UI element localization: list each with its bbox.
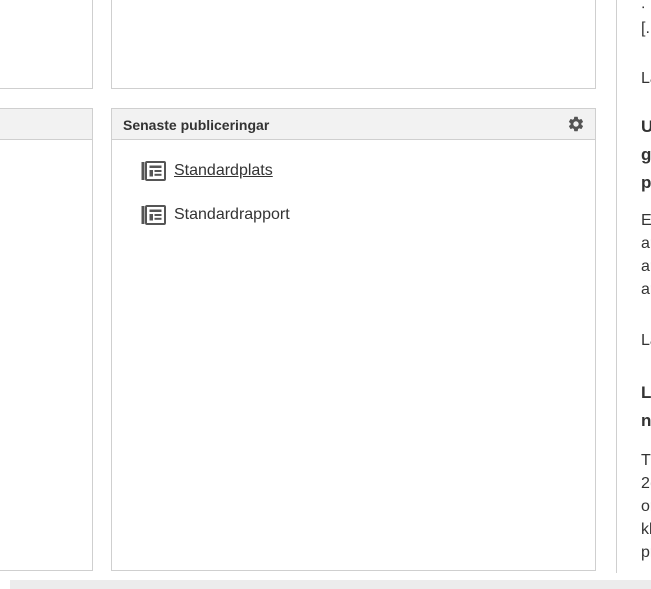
news-body-text: or — [641, 498, 651, 515]
news-heading[interactable]: U — [641, 117, 651, 137]
news-read-more-link[interactable]: La — [641, 69, 651, 89]
news-heading[interactable]: p — [641, 173, 651, 193]
left-bottom-panel-header — [0, 109, 92, 140]
report-icon — [141, 161, 166, 181]
news-heading[interactable]: g — [641, 145, 651, 165]
news-heading[interactable]: L — [641, 383, 651, 403]
news-body-text: ar — [641, 258, 651, 275]
publication-item-standardplats[interactable]: Standardplats — [141, 160, 273, 182]
news-body-text: pr — [641, 544, 651, 561]
publication-item-label[interactable]: Standardrapport — [174, 205, 290, 225]
left-top-panel — [0, 0, 93, 89]
news-body-text: kl — [641, 521, 651, 538]
news-text-fragment: : — [641, 2, 646, 11]
horizontal-scrollbar[interactable] — [10, 580, 651, 589]
gear-icon[interactable] — [567, 115, 585, 133]
middle-top-panel — [111, 0, 596, 89]
report-icon — [141, 205, 166, 225]
news-column: : [. La U g p E' ar ar ar La L n Ti 2( o… — [616, 0, 651, 573]
news-body-text: ar — [641, 281, 651, 298]
news-ellipsis: [. — [641, 20, 650, 37]
publications-widget-title: Senaste publiceringar — [123, 117, 270, 133]
publication-item-label[interactable]: Standardplats — [174, 161, 273, 181]
news-read-more-link[interactable]: La — [641, 331, 651, 351]
news-body-text: 2( — [641, 475, 651, 492]
publications-widget: Senaste publiceringar Standardplats Stan… — [111, 108, 596, 571]
news-heading[interactable]: n — [641, 411, 651, 431]
news-body-text: ar — [641, 235, 651, 252]
left-bottom-panel — [0, 108, 93, 571]
publication-item-standardrapport[interactable]: Standardrapport — [141, 204, 290, 226]
publications-widget-header: Senaste publiceringar — [112, 109, 595, 140]
news-body-text: E' — [641, 212, 651, 229]
news-body-text: Ti — [641, 452, 651, 469]
